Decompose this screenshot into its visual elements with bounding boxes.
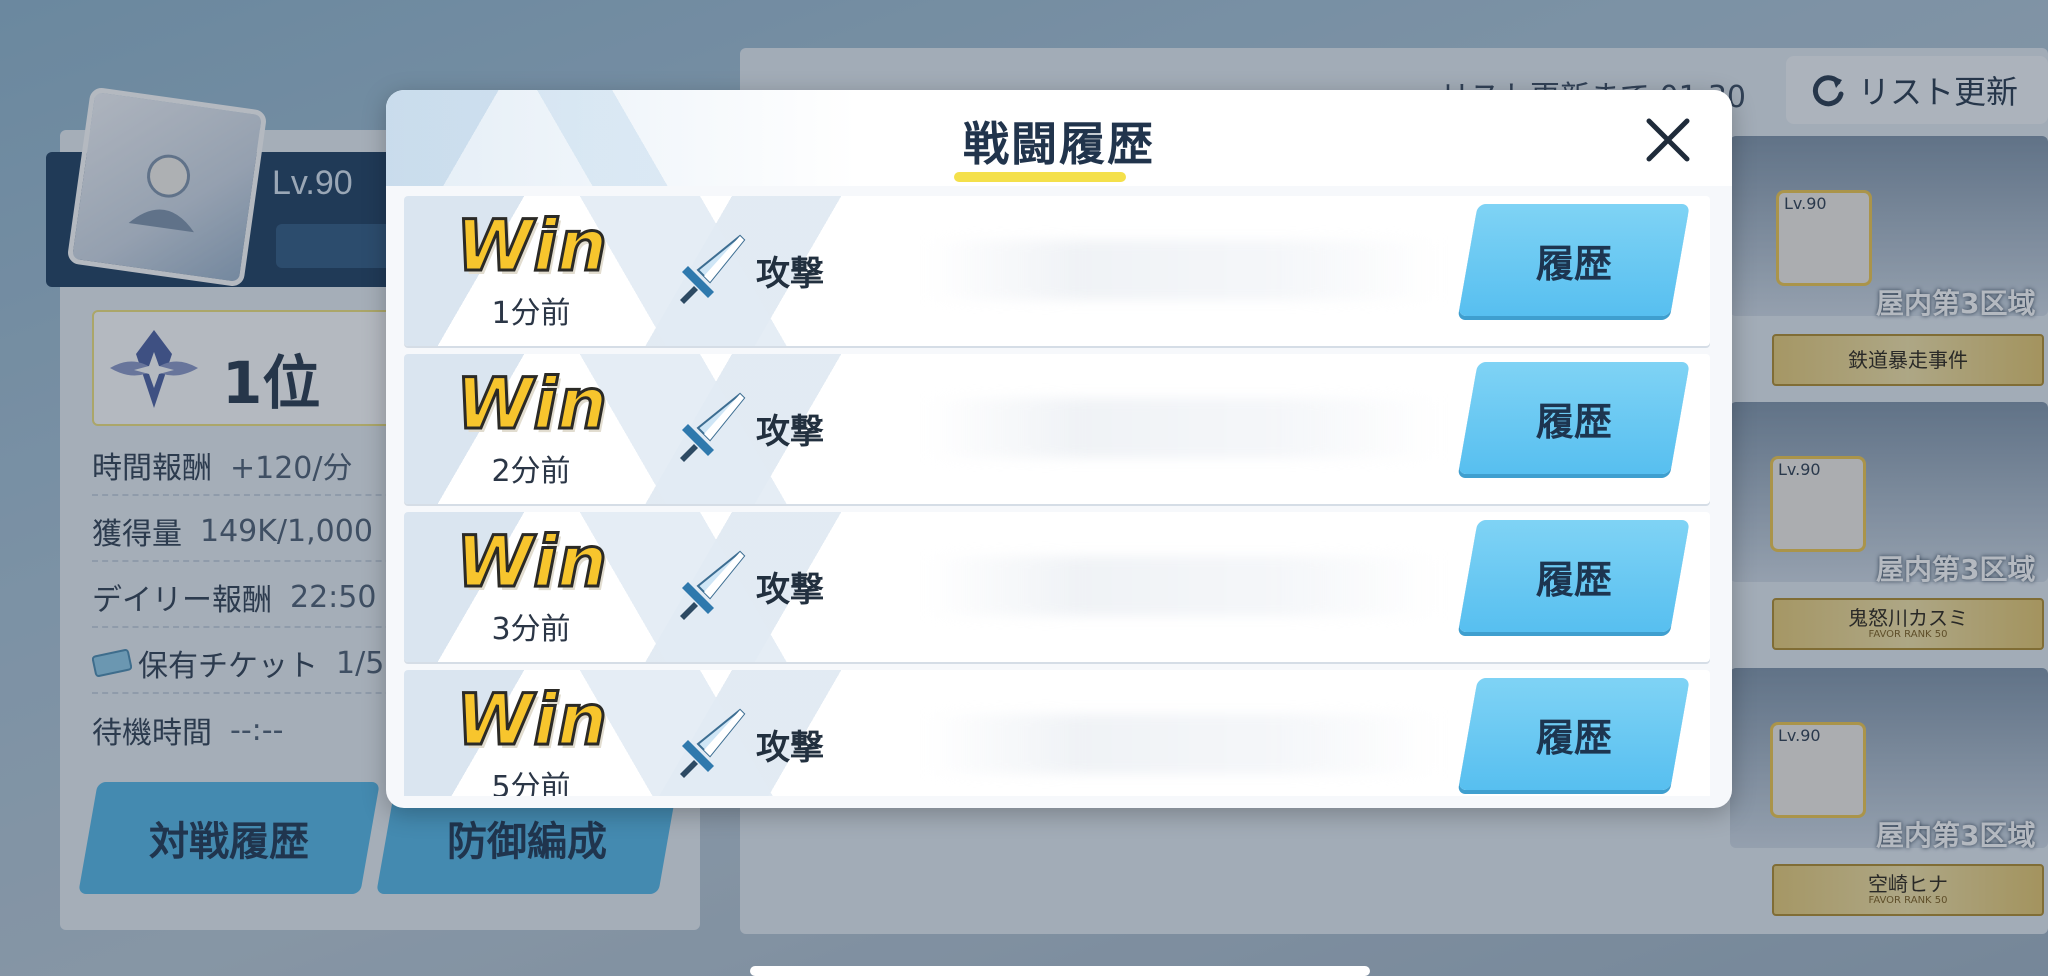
home-indicator: [750, 966, 1370, 976]
battle-type-label: 攻撃: [756, 570, 824, 610]
result-label: Win: [455, 679, 609, 761]
modal-title: 戦闘履歴: [963, 117, 1155, 171]
history-button-label: 履歴: [1535, 715, 1612, 760]
sword-icon: [680, 550, 746, 620]
title-underline: [954, 172, 1126, 182]
result-label: Win: [455, 205, 609, 287]
history-button[interactable]: 履歴: [1458, 362, 1690, 474]
sword-icon: [680, 234, 746, 304]
result-label: Win: [455, 521, 609, 603]
battle-record-4: Win 5分前 攻撃 履歴: [404, 670, 1710, 796]
opponent-name-redacted: [924, 556, 1444, 616]
time-ago-label: 3分前: [491, 612, 571, 647]
battle-type-label: 攻撃: [756, 254, 824, 294]
battle-type-label: 攻撃: [756, 412, 824, 452]
history-button-label: 履歴: [1535, 241, 1612, 286]
battle-record-1: Win 1分前 攻撃 履歴: [404, 196, 1710, 346]
history-button-label: 履歴: [1535, 399, 1612, 444]
battle-record-list[interactable]: Win 1分前 攻撃 履歴 Win 2分前 攻撃 履歴 Win 3分前 攻撃 履…: [404, 196, 1710, 796]
time-ago-label: 5分前: [491, 770, 571, 796]
result-label: Win: [455, 363, 609, 445]
battle-record-2: Win 2分前 攻撃 履歴: [404, 354, 1710, 504]
opponent-name-redacted: [924, 398, 1444, 458]
opponent-name-redacted: [924, 240, 1444, 300]
history-button[interactable]: 履歴: [1458, 678, 1690, 790]
close-button[interactable]: [1640, 112, 1696, 168]
close-icon: [1646, 118, 1690, 162]
battle-type-label: 攻撃: [756, 728, 824, 768]
battle-record-3: Win 3分前 攻撃 履歴: [404, 512, 1710, 662]
battle-log-modal: 戦闘履歴 Win 1分前 攻撃 履歴 Win 2分前 攻撃 履歴 Win 3分前…: [386, 90, 1732, 808]
history-button-label: 履歴: [1535, 557, 1612, 602]
history-button[interactable]: 履歴: [1458, 204, 1690, 316]
time-ago-label: 1分前: [491, 296, 571, 331]
sword-icon: [680, 392, 746, 462]
time-ago-label: 2分前: [491, 454, 571, 489]
opponent-name-redacted: [924, 714, 1444, 774]
sword-icon: [680, 708, 746, 778]
history-button[interactable]: 履歴: [1458, 520, 1690, 632]
